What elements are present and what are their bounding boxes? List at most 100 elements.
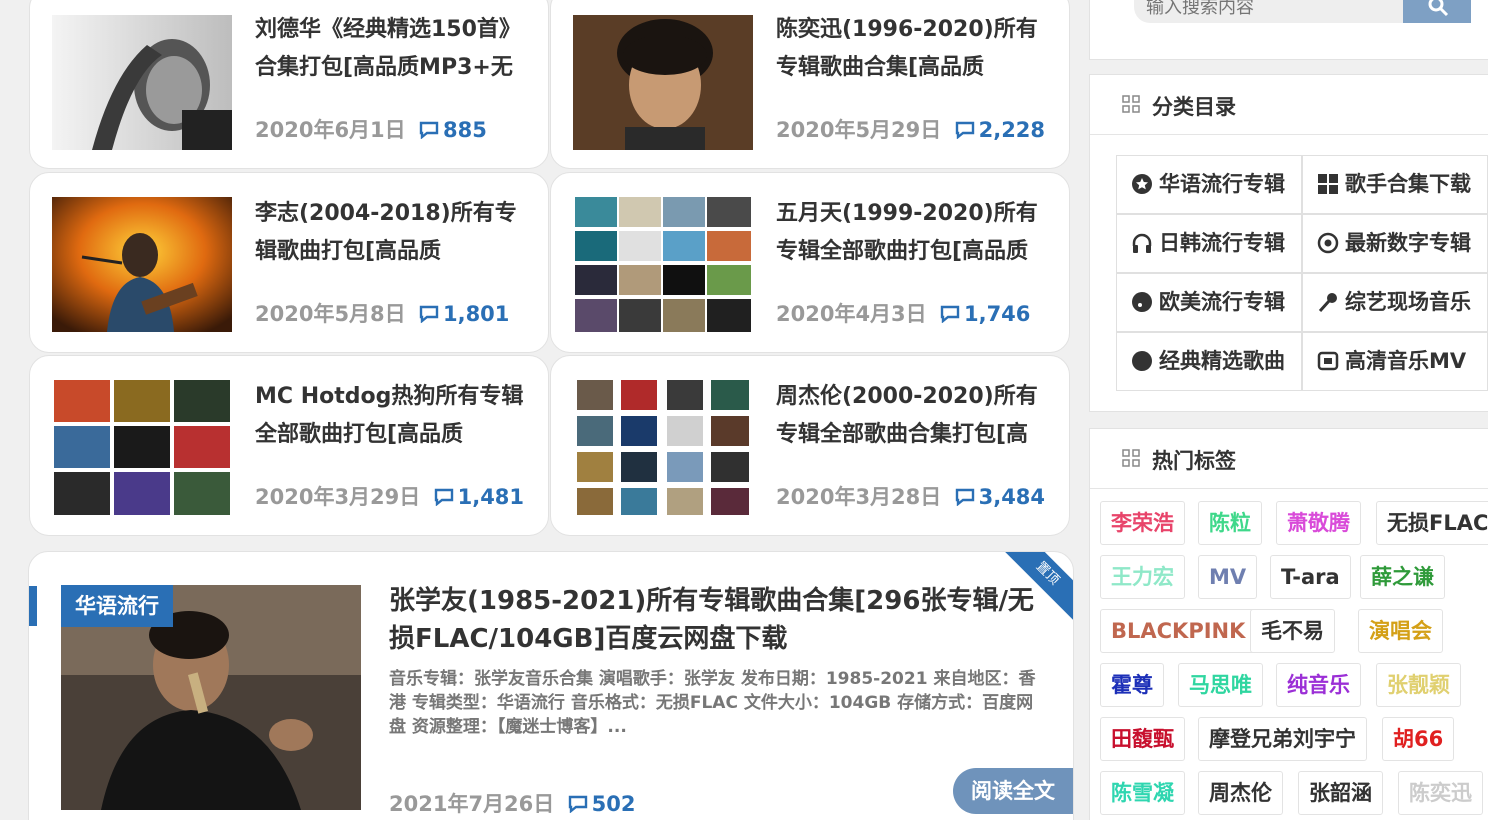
featured-excerpt: 音乐专辑：张学友音乐合集 演唱歌手：张学友 发布日期：1985-2021 来自地… [389,669,1036,737]
search-button[interactable] [1403,0,1471,23]
post-thumbnail[interactable] [52,380,232,515]
post-title[interactable]: 刘德华《经典精选150首》合集打包[高品质MP3+无 [255,11,535,91]
widget-title: 热门标签 [1152,449,1236,473]
comment-count-value: 2,228 [978,118,1046,142]
post-title[interactable]: 李志(2004-2018)所有专辑歌曲打包[高品质 [255,195,535,275]
post-card[interactable]: 刘德华《经典精选150首》合集打包[高品质MP3+无 2020年6月1日 885 [29,0,549,169]
post-card[interactable]: 五月天(1999-2020)所有专辑全部歌曲打包[高品质 2020年4月3日 1… [550,172,1070,353]
tag-item[interactable]: 薛之谦 [1360,555,1445,599]
category-label: 欧美流行专辑 [1159,290,1285,314]
tag-item[interactable]: 毛不易 [1250,609,1335,653]
post-title[interactable]: 周杰伦(2000-2020)所有专辑全部歌曲合集打包[高 [776,378,1056,458]
comment-count[interactable]: 1,481 [434,485,524,509]
star-circle-icon [1132,174,1152,194]
post-date: 2021年7月26日 [389,792,555,816]
category-label: 日韩流行专辑 [1159,231,1285,255]
tag-item[interactable]: 马思唯 [1178,663,1263,707]
tag-item[interactable]: 胡66 [1382,717,1455,761]
tag-item[interactable]: 霍尊 [1100,663,1164,707]
category-badge[interactable]: 华语流行 [61,585,173,627]
tag-item[interactable]: 王力宏 [1100,555,1185,599]
comment-icon [940,305,960,324]
page: 刘德华《经典精选150首》合集打包[高品质MP3+无 2020年6月1日 885… [0,0,1488,820]
widget-header: 热门标签 [1090,429,1488,489]
tag-item[interactable]: 陈雪凝 [1100,771,1185,815]
post-date: 2020年5月8日 [255,302,406,326]
tag-item[interactable]: BLACKPINK [1100,609,1257,653]
comment-count-value: 3,484 [978,485,1046,509]
post-thumbnail[interactable] [573,380,753,515]
tag-item[interactable]: T-ara [1270,555,1351,599]
post-card[interactable]: 周杰伦(2000-2020)所有专辑全部歌曲合集打包[高 2020年3月28日 … [550,355,1070,536]
comment-count[interactable]: 2,228 [955,118,1045,142]
comment-count[interactable]: 1,801 [419,302,509,326]
accent-bar [29,586,37,626]
disc-icon [1317,232,1339,254]
category-item[interactable]: 最新数字专辑 [1302,214,1488,273]
post-meta: 2020年3月29日 1,481 [255,481,524,511]
post-card[interactable]: 陈奕迅(1996-2020)所有专辑歌曲合集[高品质 2020年5月29日 2,… [550,0,1070,169]
comment-icon [419,305,439,324]
post-date: 2020年4月3日 [776,302,927,326]
category-item[interactable]: 高清音乐MV [1302,332,1488,391]
tag-item[interactable]: 陈奕迅 [1398,771,1483,815]
record-icon [1132,351,1152,371]
category-item[interactable]: 综艺现场音乐 [1302,273,1488,332]
comment-count[interactable]: 3,484 [955,485,1045,509]
featured-thumbnail[interactable]: 华语流行 [61,585,361,810]
tag-item[interactable]: 纯音乐 [1276,663,1361,707]
tag-item[interactable]: 演唱会 [1358,609,1443,653]
post-card[interactable]: MC Hotdog热狗所有专辑全部歌曲打包[高品质 2020年3月29日 1,4… [29,355,549,536]
category-item[interactable]: 日韩流行专辑 [1116,214,1302,273]
post-card[interactable]: 李志(2004-2018)所有专辑歌曲打包[高品质 2020年5月8日 1,80… [29,172,549,353]
tag-item[interactable]: 张靓颖 [1376,663,1461,707]
category-label: 歌手合集下载 [1345,172,1471,196]
read-more-button[interactable]: 阅读全文 [953,768,1073,814]
grid-icon [1318,174,1338,194]
post-thumbnail[interactable] [52,197,232,332]
circle-music-icon [1132,292,1152,312]
comment-count-value: 885 [442,118,487,142]
category-item[interactable]: 华语流行专辑 [1116,155,1302,214]
post-date: 2020年6月1日 [255,118,406,142]
tag-item[interactable]: MV [1198,555,1258,599]
grid-icon [1122,95,1140,113]
post-thumbnail[interactable] [52,15,232,150]
comment-icon [419,121,439,140]
category-item[interactable]: 经典精选歌曲 [1116,332,1302,391]
post-title[interactable]: 五月天(1999-2020)所有专辑全部歌曲打包[高品质 [776,195,1056,275]
video-icon [1317,351,1339,371]
category-label: 高清音乐MV [1345,349,1467,373]
tag-item[interactable]: 陈粒 [1198,501,1262,545]
comment-count-value: 1,801 [442,302,510,326]
category-label: 经典精选歌曲 [1159,349,1285,373]
comment-count[interactable]: 885 [419,118,487,142]
search-widget [1089,0,1488,60]
category-item[interactable]: 欧美流行专辑 [1116,273,1302,332]
grid-icon [1122,449,1140,467]
comment-icon [568,795,587,814]
featured-title[interactable]: 张学友(1985-2021)所有专辑歌曲合集[296张专辑/无损FLAC/104… [389,582,1049,658]
category-item[interactable]: 歌手合集下载 [1302,155,1488,214]
post-meta: 2020年4月3日 1,746 [776,298,1030,328]
tag-item[interactable]: 摩登兄弟刘宇宁 [1198,717,1367,761]
tag-item[interactable]: 李荣浩 [1100,501,1185,545]
tag-item[interactable]: 无损FLAC [1376,501,1488,545]
comment-count[interactable]: 502 [568,792,635,816]
post-thumbnail[interactable] [573,15,753,150]
tag-item[interactable]: 田馥甄 [1100,717,1185,761]
tag-item[interactable]: 萧敬腾 [1276,501,1361,545]
post-date: 2020年3月29日 [255,485,421,509]
post-title[interactable]: MC Hotdog热狗所有专辑全部歌曲打包[高品质 [255,378,535,458]
post-meta: 2020年6月1日 885 [255,114,487,144]
headphones-icon [1132,233,1152,253]
tag-item[interactable]: 张韶涵 [1298,771,1383,815]
post-title[interactable]: 陈奕迅(1996-2020)所有专辑歌曲合集[高品质 [776,11,1056,91]
comment-count[interactable]: 1,746 [940,302,1030,326]
post-date: 2020年3月28日 [776,485,942,509]
post-thumbnail[interactable] [573,197,753,332]
tag-item[interactable]: 周杰伦 [1198,771,1283,815]
microphone-icon [1318,293,1337,313]
search-icon [1428,0,1449,17]
search-input[interactable] [1134,0,1404,23]
